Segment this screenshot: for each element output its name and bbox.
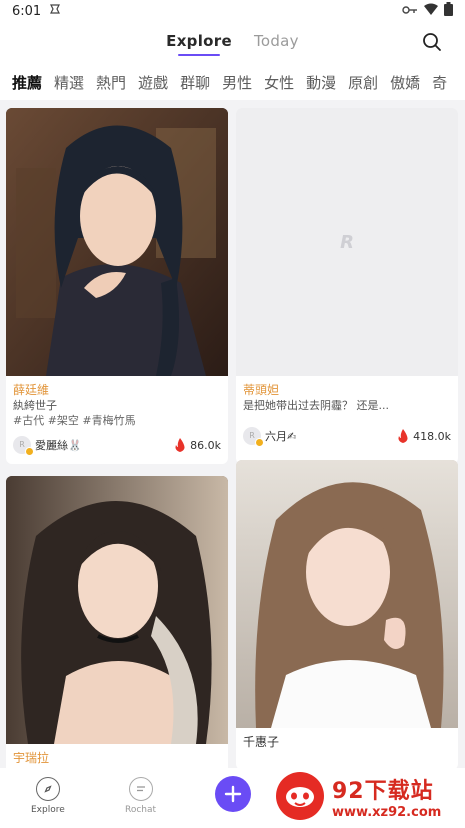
nav-rochat-label: Rochat xyxy=(125,805,157,815)
category-tsundere[interactable]: 傲嬌 xyxy=(390,72,420,93)
character-name: 千惠子 xyxy=(243,735,280,749)
category-hot[interactable]: 熱門 xyxy=(96,72,126,93)
main-tabs: Explore Today xyxy=(0,32,465,56)
character-portrait-placeholder: R xyxy=(236,108,458,376)
character-portrait xyxy=(6,476,228,744)
category-original[interactable]: 原創 xyxy=(348,72,378,93)
category-anime[interactable]: 動漫 xyxy=(306,72,336,93)
character-description: 紈絝世子 xyxy=(13,399,57,412)
watermark-logo-icon xyxy=(276,772,324,820)
character-grid: 薛廷維 紈絝世子 #古代 #架空 #青梅竹馬 R 愛麗絲🐰 86.0k R 蒂頭… xyxy=(6,108,460,768)
author-avatar: R xyxy=(243,427,264,447)
plus-icon xyxy=(224,785,242,803)
character-portrait xyxy=(6,108,228,376)
fire-icon xyxy=(398,429,408,443)
author-name: 六月✍ xyxy=(265,430,297,443)
character-name: 宇瑞拉 xyxy=(13,751,50,765)
create-button[interactable] xyxy=(215,776,251,812)
verified-badge-icon xyxy=(255,438,264,447)
status-time: 6:01 xyxy=(12,3,42,19)
nav-explore[interactable]: Explore xyxy=(31,768,65,815)
character-card[interactable]: 薛廷維 紈絝世子 #古代 #架空 #青梅竹馬 R 愛麗絲🐰 86.0k xyxy=(6,108,228,464)
like-count: 86.0k xyxy=(174,438,221,452)
placeholder-logo-icon: R xyxy=(340,231,354,253)
category-more[interactable]: 奇 xyxy=(432,72,447,93)
category-group-chat[interactable]: 群聊 xyxy=(180,72,210,93)
chat-bubble-icon xyxy=(128,777,153,801)
status-bar: 6:01 xyxy=(0,0,465,22)
author-name: 愛麗絲🐰 xyxy=(35,439,82,452)
watermark-url: www.xz92.com xyxy=(332,804,442,820)
like-count: 418.0k xyxy=(397,429,451,443)
nav-explore-label: Explore xyxy=(31,805,65,815)
like-count-value: 86.0k xyxy=(190,438,221,452)
character-portrait xyxy=(236,460,458,728)
character-description: 是把她带出过去阴霾？ 还是... xyxy=(243,399,389,412)
battery-icon xyxy=(444,2,453,20)
category-games[interactable]: 遊戲 xyxy=(138,72,168,93)
tab-explore[interactable]: Explore xyxy=(166,32,232,56)
nav-rochat[interactable]: Rochat xyxy=(125,768,156,815)
category-bar: 推薦 精選 熱門 遊戲 群聊 男性 女性 動漫 原創 傲嬌 奇 xyxy=(0,64,465,100)
category-featured[interactable]: 精選 xyxy=(54,72,84,93)
like-count-value: 418.0k xyxy=(413,429,451,443)
app-screen: 6:01 Explore Today 推薦 精選 熱門 遊戲 群聊 男性 女性 … xyxy=(0,0,465,828)
watermark: 92下载站 www.xz92.com xyxy=(276,772,441,820)
character-name: 薛廷維 xyxy=(13,383,50,397)
bottom-navigation: Explore Rochat 92下载站 www.xz92.com xyxy=(0,768,465,828)
wifi-icon xyxy=(424,3,438,19)
character-card[interactable]: 宇瑞拉 xyxy=(6,476,228,768)
watermark-title: 92下载站 xyxy=(332,778,434,804)
author-avatar: R xyxy=(13,436,34,456)
vpn-key-icon xyxy=(402,4,418,19)
category-recommend[interactable]: 推薦 xyxy=(12,72,42,93)
compass-icon xyxy=(35,777,60,801)
character-card[interactable]: R 蒂頭妲 是把她带出过去阴霾？ 还是... R 六月✍ 418.0k xyxy=(236,108,458,464)
search-icon xyxy=(423,33,441,51)
tab-today[interactable]: Today xyxy=(254,32,299,50)
notification-icon xyxy=(49,3,61,19)
fire-icon xyxy=(175,438,185,452)
category-male[interactable]: 男性 xyxy=(222,72,252,93)
character-name: 蒂頭妲 xyxy=(243,383,280,397)
top-bar: Explore Today xyxy=(0,22,465,64)
search-button[interactable] xyxy=(421,31,443,53)
verified-badge-icon xyxy=(25,447,34,456)
character-card[interactable]: 千惠子 xyxy=(236,460,458,768)
category-female[interactable]: 女性 xyxy=(264,72,294,93)
character-tags: #古代 #架空 #青梅竹馬 xyxy=(13,414,136,427)
